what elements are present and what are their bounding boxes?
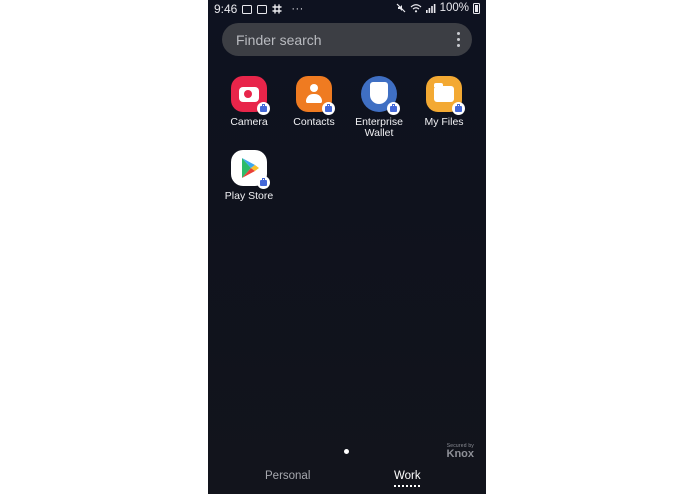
knox-brand: Knox [446,448,475,460]
app-label: Camera [230,116,268,128]
profile-tabs: Personal Work [208,470,486,490]
more-notifications-icon: ··· [291,3,304,15]
search-placeholder[interactable]: Finder search [236,32,322,48]
camera-icon[interactable] [231,76,270,115]
tab-personal[interactable]: Personal [265,470,310,482]
status-left: 9:46 ··· [214,2,304,16]
play-store-icon[interactable] [231,150,270,189]
work-briefcase-icon [257,102,270,115]
work-briefcase-icon [257,176,270,189]
gallery-icon [257,4,268,14]
wifi-icon [410,4,421,13]
battery-percent: 100% [439,2,469,14]
app-play-store[interactable]: Play Store [218,150,280,202]
slack-icon [272,4,283,14]
app-label: My Files [424,116,464,128]
app-camera[interactable]: Camera [218,76,280,128]
app-contacts[interactable]: Contacts [283,76,345,128]
status-bar: 9:46 ··· 100% [208,0,486,18]
battery-icon [473,2,480,14]
phone-screen: 9:46 ··· 100% Finder search Camera Conta… [208,0,486,494]
app-label: Contacts [293,116,335,128]
knox-logo: Secured by Knox [447,443,475,460]
active-tab-indicator [394,485,420,487]
app-label: Play Store [224,190,274,202]
tab-work[interactable]: Work [394,470,421,482]
contacts-icon[interactable] [296,76,335,115]
more-vert-icon[interactable] [456,32,460,47]
shield-icon[interactable] [361,76,400,115]
app-label: Enterprise Wallet [355,116,403,139]
finder-search-bar[interactable]: Finder search [222,23,472,56]
work-briefcase-icon [322,102,335,115]
work-briefcase-icon [387,102,400,115]
mute-icon [396,3,406,13]
folder-icon[interactable] [426,76,465,115]
signal-icon [425,4,435,13]
work-briefcase-icon [452,102,465,115]
status-time: 9:46 [214,2,238,16]
notification-card-icon [242,4,253,14]
app-my-files[interactable]: My Files [413,76,475,128]
status-right: 100% [396,2,480,14]
page-indicator-dot [344,449,349,454]
app-enterprise-wallet[interactable]: Enterprise Wallet [348,76,410,139]
